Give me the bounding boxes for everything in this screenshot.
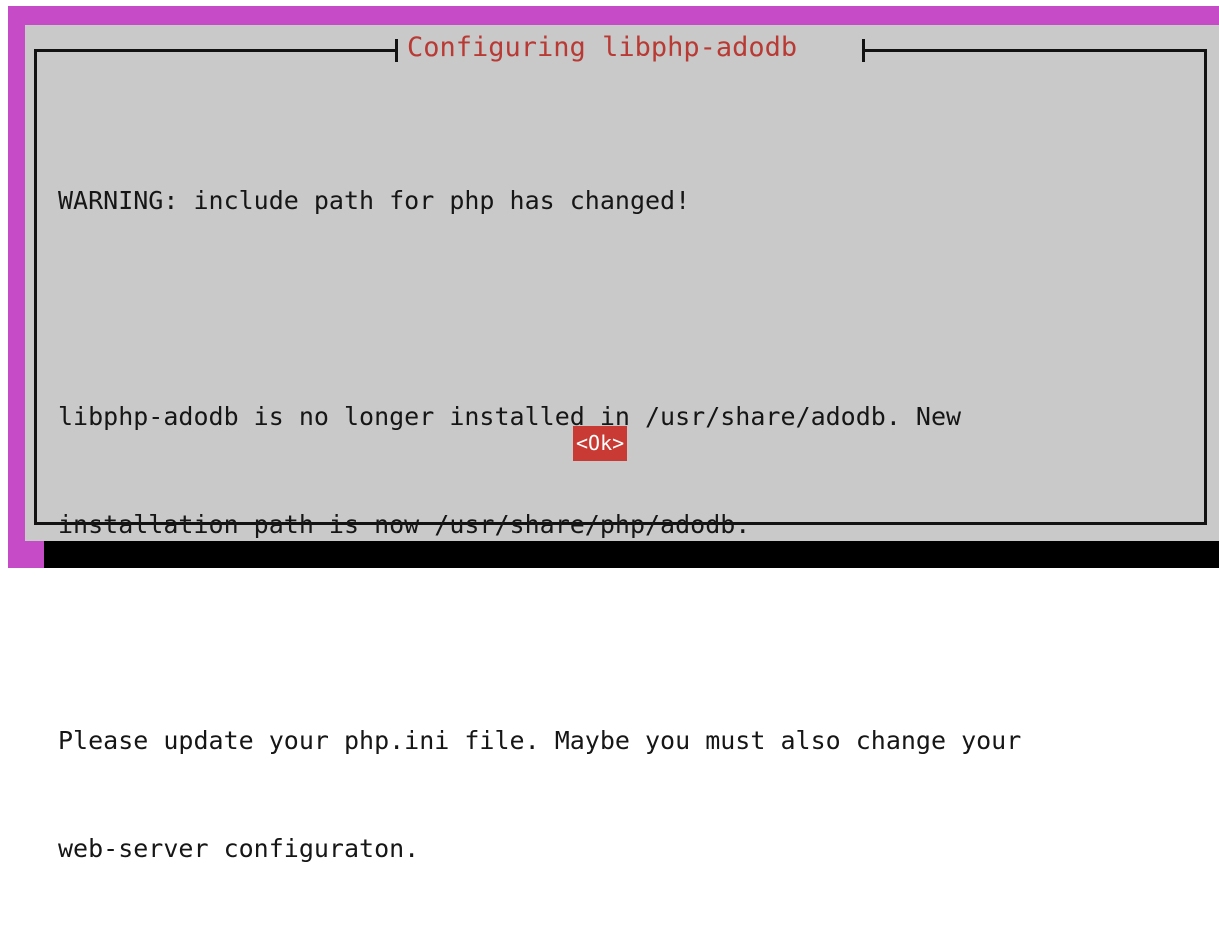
top-border-right (865, 49, 1204, 52)
dialog-title: Configuring libphp-adodb (407, 32, 798, 63)
message-line: Please update your php.ini file. Maybe y… (58, 726, 1022, 755)
warning-line: WARNING: include path for php has change… (58, 186, 691, 215)
message-line: installation path is now /usr/share/php/… (58, 510, 751, 539)
button-row: <Ok> (573, 426, 628, 461)
top-border-left (37, 49, 395, 52)
configuration-dialog: Configuring libphp-adodb WARNING: includ… (25, 25, 1219, 863)
ok-button[interactable]: <Ok> (573, 426, 628, 461)
dialog-message: WARNING: include path for php has change… (58, 111, 1183, 939)
dialog-border: Configuring libphp-adodb WARNING: includ… (34, 32, 1207, 863)
title-left-tick (395, 39, 398, 62)
message-line: web-server configuraton. (58, 834, 420, 863)
